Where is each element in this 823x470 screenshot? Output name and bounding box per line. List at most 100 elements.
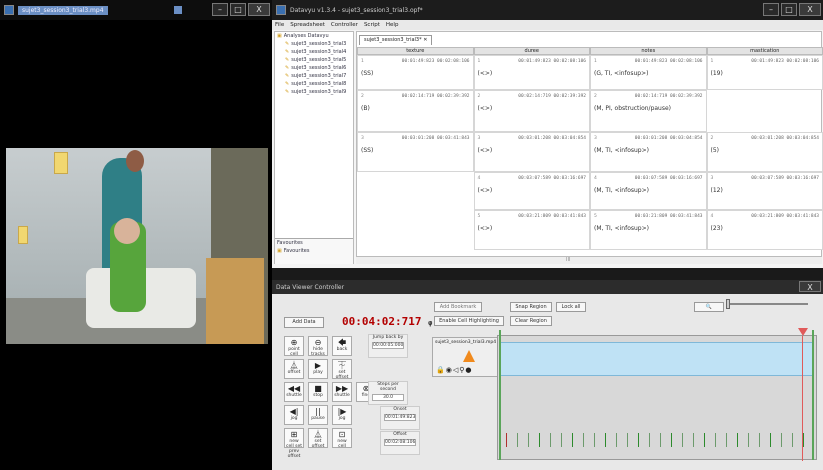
cell-timestamps[interactable]: 00:03:21:809 00:03:41:843 xyxy=(518,214,586,219)
cell-timestamps[interactable]: 00:01:49:823 00:02:08:106 xyxy=(635,59,703,64)
cell-value[interactable]: (12) xyxy=(711,187,723,194)
cell-value[interactable]: (<>) xyxy=(478,187,493,194)
cell-value[interactable]: (19) xyxy=(711,70,723,77)
add-data-button[interactable]: Add Data xyxy=(284,317,324,328)
cell-mastication[interactable]: 1 00:01:49:823 00:02:08:106 (19) xyxy=(706,55,823,90)
cell-duree[interactable]: 4 00:03:07:589 00:03:16:697 (<>) xyxy=(473,172,590,210)
zoom-search-button[interactable]: 🔍 xyxy=(694,302,724,312)
tree-item[interactable]: ✎ sujet3_session3_trial3 xyxy=(275,40,353,48)
cell-value[interactable]: (SS) xyxy=(361,70,373,77)
pad-button-back[interactable]: 🡄 back xyxy=(332,336,352,356)
cell-value[interactable]: (SS) xyxy=(361,147,373,154)
video-close-button[interactable]: X xyxy=(248,3,270,16)
tree-item[interactable]: ✎ sujet3_session3_trial5 xyxy=(275,56,353,64)
cell-timestamps[interactable]: 00:03:07:589 00:03:16:697 xyxy=(635,176,703,181)
pad-button-offset[interactable]: ⏅ offset xyxy=(284,359,304,379)
cell-notes[interactable]: 4 00:03:07:589 00:03:16:697 (M, TI, <infos… xyxy=(590,172,707,210)
pad-button-shuttle[interactable]: ▶▶ shuttle xyxy=(332,382,352,402)
cell-duree[interactable]: 3 00:03:01:208 00:03:04:854 (<>) xyxy=(473,132,590,172)
column-header-mastication[interactable]: mastication xyxy=(706,47,823,55)
tree-root[interactable]: ▣ Analyses Datavyu xyxy=(275,32,353,40)
pad-button-shuttle[interactable]: ◀◀ shuttle xyxy=(284,382,304,402)
video-maximize-button[interactable]: □ xyxy=(230,3,246,16)
pad-button-pause[interactable]: || pause xyxy=(308,405,328,425)
cell-timestamps[interactable]: 00:03:01:208 00:03:04:854 xyxy=(635,136,703,141)
jump-back-input[interactable]: 00:00:05:000 xyxy=(372,342,404,349)
cell-timestamps[interactable]: 00:03:07:589 00:03:16:697 xyxy=(751,176,819,181)
cell-timestamps[interactable]: 00:01:49:823 00:02:08:106 xyxy=(751,59,819,64)
zoom-slider-knob[interactable] xyxy=(726,299,730,309)
cell-timestamps[interactable]: 00:03:21:809 00:03:41:843 xyxy=(635,214,703,219)
cell-timestamps[interactable]: 00:01:49:823 00:02:08:106 xyxy=(518,59,586,64)
column-header-texture[interactable]: texture xyxy=(357,47,474,55)
pad-button-jog[interactable]: ◀| jog xyxy=(284,405,304,425)
cell-notes[interactable]: 5 00:03:21:809 00:03:41:843 (M, TI, <infos… xyxy=(590,210,707,250)
cell-texture[interactable]: 3 00:03:01:208 00:03:41:843 (SS) xyxy=(357,132,474,172)
region-start-marker[interactable] xyxy=(499,330,501,460)
cell-mastication[interactable]: 2 00:03:01:208 00:03:04:854 (5) xyxy=(706,132,823,172)
tree-item[interactable]: ✎ sujet3_session3_trial6 xyxy=(275,64,353,72)
cell-duree[interactable]: 5 00:03:21:809 00:03:41:843 (<>) xyxy=(473,210,590,250)
lock-all-button[interactable]: Lock all xyxy=(556,302,586,312)
datavyu-maximize-button[interactable]: □ xyxy=(781,3,797,16)
column-header-duree[interactable]: duree xyxy=(473,47,590,55)
spreadsheet-hscrollbar[interactable]: III xyxy=(356,256,822,264)
cell-notes[interactable]: 3 00:03:01:208 00:03:04:854 (M, TI, <infos… xyxy=(590,132,707,172)
region-end-marker[interactable] xyxy=(812,330,814,460)
pad-button-new-cell-set-prev-offset[interactable]: ⊞ new cell set prev offset xyxy=(284,428,304,459)
onset-input[interactable]: 00:01:49:823 xyxy=(384,414,416,421)
cell-timestamps[interactable]: 00:01:49:823 00:02:08:106 xyxy=(402,59,470,64)
tree-item[interactable]: ✎ sujet3_session3_trial7 xyxy=(275,72,353,80)
cell-mastication[interactable]: 3 00:03:07:589 00:03:16:697 (12) xyxy=(706,172,823,210)
cell-duree[interactable]: 2 00:02:14:719 00:02:39:392 (<>) xyxy=(473,90,590,132)
favourites-item[interactable]: ▣ Favourites xyxy=(275,247,353,255)
pad-button-hide-tracks[interactable]: ⊖ hide tracks xyxy=(308,336,328,357)
column-header-notes[interactable]: notes xyxy=(590,47,707,55)
pad-button-point-cell[interactable]: ⊕ point cell xyxy=(284,336,304,357)
cell-timestamps[interactable]: 00:03:01:208 00:03:04:854 xyxy=(518,136,586,141)
cell-value[interactable]: (<>) xyxy=(478,147,493,154)
cell-timestamps[interactable]: 00:03:01:208 00:03:04:854 xyxy=(751,136,819,141)
controller-close-button[interactable]: X xyxy=(799,281,821,292)
cell-value[interactable]: (M, PI, obstruction/pause) xyxy=(594,105,671,112)
cell-timestamps[interactable]: 00:03:07:589 00:03:16:697 xyxy=(518,176,586,181)
cell-timestamps[interactable]: 00:03:01:208 00:03:41:843 xyxy=(402,136,470,141)
cell-value[interactable]: (M, TI, <infosup>) xyxy=(594,225,649,232)
cell-value[interactable]: (23) xyxy=(711,225,723,232)
cell-timestamps[interactable]: 00:02:14:719 00:02:39:392 xyxy=(518,94,586,99)
tree-item[interactable]: ✎ sujet3_session3_trial8 xyxy=(275,80,353,88)
menu-script[interactable]: Script xyxy=(364,22,380,28)
cell-value[interactable]: (<>) xyxy=(478,225,493,232)
zoom-slider[interactable] xyxy=(726,299,808,309)
spreadsheet-tab[interactable]: sujet3_session3_trial3* ✕ xyxy=(359,35,433,45)
pad-button-stop[interactable]: ■ stop xyxy=(308,382,328,402)
clear-region-button[interactable]: Clear Region xyxy=(510,316,552,326)
cell-timestamps[interactable]: 00:02:14:719 00:02:39:392 xyxy=(635,94,703,99)
pad-button-play[interactable]: ▶ play xyxy=(308,359,328,379)
cell-duree[interactable]: 1 00:01:49:823 00:02:08:106 (<>) xyxy=(473,55,590,90)
datavyu-minimize-button[interactable]: – xyxy=(763,3,779,16)
menu-spreadsheet[interactable]: Spreadsheet xyxy=(290,22,325,28)
tree-item[interactable]: ✎ sujet3_session3_trial9 xyxy=(275,88,353,96)
pad-button-jog[interactable]: |▶ jog xyxy=(332,405,352,425)
track-segment[interactable] xyxy=(499,342,814,376)
cell-value[interactable]: (<>) xyxy=(478,70,493,77)
cell-notes[interactable]: 2 00:02:14:719 00:02:39:392 (M, PI, obstru… xyxy=(590,90,707,132)
cell-value[interactable]: (M, TI, <infosup>) xyxy=(594,187,649,194)
playhead-needle[interactable] xyxy=(798,328,808,336)
menu-file[interactable]: File xyxy=(275,22,284,28)
steps-per-second-input[interactable]: 30.0 xyxy=(372,394,404,401)
pad-button-new-cell[interactable]: ⊡ new cell xyxy=(332,428,352,449)
close-tab-icon[interactable]: ✕ xyxy=(423,37,427,43)
cell-mastication[interactable]: 4 00:03:21:809 00:03:41:843 (23) xyxy=(706,210,823,250)
offset-input[interactable]: 00:02:08:106 xyxy=(384,439,416,446)
pad-button-set-offset[interactable]: ⏅ set offset xyxy=(308,428,328,449)
video-minimize-button[interactable]: – xyxy=(212,3,228,16)
cell-value[interactable]: (5) xyxy=(711,147,720,154)
cell-texture[interactable]: 1 00:01:49:823 00:02:08:106 (SS) xyxy=(357,55,474,90)
cell-timestamps[interactable]: 00:03:21:809 00:03:41:843 xyxy=(751,214,819,219)
add-bookmark-button[interactable]: Add Bookmark xyxy=(434,302,482,312)
menu-help[interactable]: Help xyxy=(386,22,399,28)
snap-region-button[interactable]: Snap Region xyxy=(510,302,552,312)
datavyu-close-button[interactable]: X xyxy=(799,3,821,16)
